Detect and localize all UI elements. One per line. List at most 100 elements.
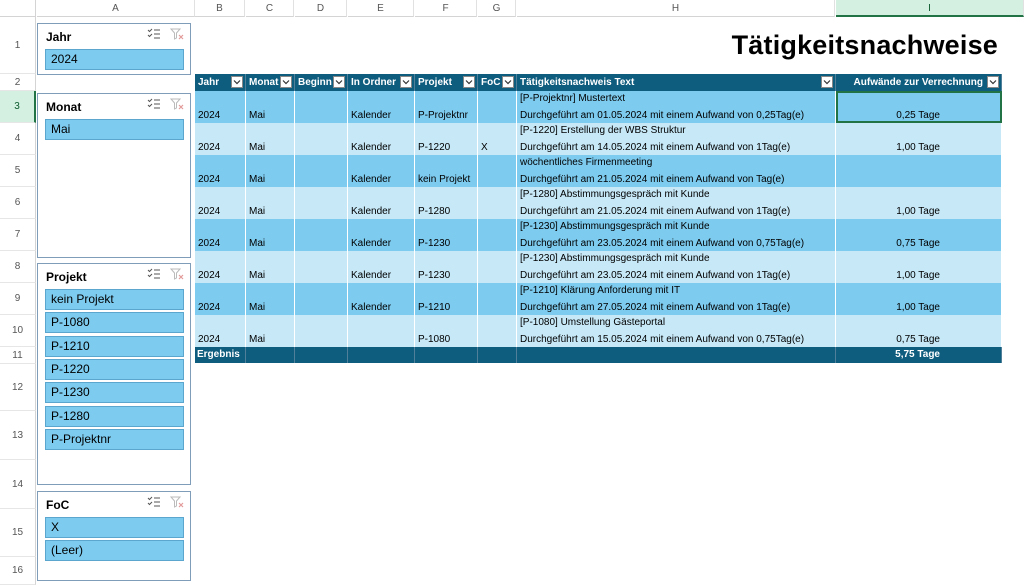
row-header-9[interactable]: 9 xyxy=(0,283,36,315)
slicer-item[interactable]: X xyxy=(45,517,184,538)
row-header-14[interactable]: 14 xyxy=(0,460,36,509)
total-cell[interactable] xyxy=(517,347,836,363)
table-cell[interactable]: Kalender xyxy=(348,283,415,315)
table-cell[interactable]: kein Projekt xyxy=(415,155,478,187)
total-cell[interactable]: Ergebnis xyxy=(195,347,246,363)
slicer-item[interactable]: Mai xyxy=(45,119,184,140)
table-cell[interactable]: [P-1280] Abstimmungsgespräch mit Kunde Du… xyxy=(517,187,836,219)
table-cell[interactable] xyxy=(836,155,1002,187)
table-cell[interactable]: 1,00 Tage xyxy=(836,251,1002,283)
table-cell[interactable]: 2024 xyxy=(195,155,246,187)
table-cell[interactable]: Mai xyxy=(246,219,295,251)
dropdown-arrow-icon[interactable] xyxy=(280,76,292,88)
table-cell[interactable] xyxy=(295,91,348,123)
table-cell[interactable] xyxy=(478,155,517,187)
table-cell[interactable]: 0,75 Tage xyxy=(836,219,1002,251)
table-cell[interactable]: 1,00 Tage xyxy=(836,123,1002,155)
table-cell[interactable]: [P-1230] Abstimmungsgespräch mit Kunde Du… xyxy=(517,251,836,283)
row-header-10[interactable]: 10 xyxy=(0,315,36,347)
table-cell[interactable]: Kalender xyxy=(348,91,415,123)
slicer-item[interactable]: 2024 xyxy=(45,49,184,70)
row-header-11[interactable]: 11 xyxy=(0,347,36,364)
multi-select-icon[interactable] xyxy=(147,27,161,45)
slicer-item[interactable]: P-1230 xyxy=(45,382,184,404)
row-header-6[interactable]: 6 xyxy=(0,187,36,219)
dropdown-arrow-icon[interactable] xyxy=(463,76,475,88)
clear-filter-icon[interactable] xyxy=(169,97,184,115)
slicer-item[interactable]: kein Projekt xyxy=(45,289,184,310)
row-header-2[interactable]: 2 xyxy=(0,74,36,91)
table-cell[interactable]: P-Projektnr xyxy=(415,91,478,123)
clear-filter-icon[interactable] xyxy=(169,267,184,285)
table-cell[interactable]: [P-1230] Abstimmungsgespräch mit Kunde Du… xyxy=(517,219,836,251)
table-cell[interactable] xyxy=(478,315,517,347)
table-cell[interactable]: 2024 xyxy=(195,251,246,283)
row-header-4[interactable]: 4 xyxy=(0,123,36,155)
total-cell[interactable] xyxy=(295,347,348,363)
table-cell[interactable]: P-1230 xyxy=(415,251,478,283)
multi-select-icon[interactable] xyxy=(147,495,161,513)
table-cell[interactable] xyxy=(295,251,348,283)
clear-filter-icon[interactable] xyxy=(169,27,184,45)
table-cell[interactable]: wöchentliches Firmenmeeting Durchgeführt … xyxy=(517,155,836,187)
column-header-b[interactable]: B xyxy=(195,0,245,17)
dropdown-arrow-icon[interactable] xyxy=(821,76,833,88)
table-cell[interactable]: 2024 xyxy=(195,219,246,251)
column-header-h[interactable]: H xyxy=(517,0,835,17)
total-cell[interactable] xyxy=(415,347,478,363)
column-header-d[interactable]: D xyxy=(295,0,347,17)
table-cell[interactable] xyxy=(478,187,517,219)
table-cell[interactable]: Kalender xyxy=(348,251,415,283)
total-cell[interactable] xyxy=(348,347,415,363)
clear-filter-icon[interactable] xyxy=(169,495,184,513)
slicer-item[interactable]: P-1080 xyxy=(45,312,184,334)
table-cell[interactable] xyxy=(295,123,348,155)
table-cell[interactable]: [P-1220] Erstellung der WBS Struktur Durc… xyxy=(517,123,836,155)
table-cell[interactable]: Kalender xyxy=(348,187,415,219)
row-header-3[interactable]: 3 xyxy=(0,91,36,123)
table-cell[interactable] xyxy=(295,187,348,219)
table-cell[interactable]: 2024 xyxy=(195,315,246,347)
table-cell[interactable]: X xyxy=(478,123,517,155)
dropdown-arrow-icon[interactable] xyxy=(987,76,999,88)
table-cell[interactable]: P-1280 xyxy=(415,187,478,219)
dropdown-arrow-icon[interactable] xyxy=(400,76,412,88)
table-cell[interactable]: [P-Projektnr] Mustertext Durchgeführt am … xyxy=(517,91,836,123)
table-cell[interactable]: Kalender xyxy=(348,155,415,187)
row-header-7[interactable]: 7 xyxy=(0,219,36,251)
multi-select-icon[interactable] xyxy=(147,267,161,285)
slicer-item[interactable]: P-1280 xyxy=(45,405,184,427)
slicer-item[interactable]: P-1220 xyxy=(45,358,184,380)
table-cell[interactable]: Kalender xyxy=(348,123,415,155)
table-cell[interactable]: Mai xyxy=(246,91,295,123)
table-cell[interactable]: [P-1080] Umstellung Gästeportal Durchgefü… xyxy=(517,315,836,347)
table-cell[interactable]: Mai xyxy=(246,155,295,187)
row-header-5[interactable]: 5 xyxy=(0,155,36,187)
table-cell[interactable] xyxy=(478,219,517,251)
table-cell[interactable] xyxy=(478,283,517,315)
table-cell[interactable]: P-1210 xyxy=(415,283,478,315)
table-cell[interactable]: 0,75 Tage xyxy=(836,315,1002,347)
table-cell[interactable]: 2024 xyxy=(195,283,246,315)
table-cell[interactable] xyxy=(478,91,517,123)
multi-select-icon[interactable] xyxy=(147,97,161,115)
table-cell[interactable]: Mai xyxy=(246,187,295,219)
table-cell[interactable]: 2024 xyxy=(195,187,246,219)
row-header-16[interactable]: 16 xyxy=(0,557,36,585)
total-cell[interactable] xyxy=(246,347,295,363)
table-cell[interactable] xyxy=(348,315,415,347)
table-cell[interactable]: P-1220 xyxy=(415,123,478,155)
slicer-item[interactable]: P-Projektnr xyxy=(45,428,184,450)
column-header-f[interactable]: F xyxy=(415,0,477,17)
row-header-12[interactable]: 12 xyxy=(0,364,36,411)
slicer-item[interactable]: P-1210 xyxy=(45,335,184,357)
row-header-13[interactable]: 13 xyxy=(0,411,36,460)
table-cell[interactable]: Kalender xyxy=(348,219,415,251)
dropdown-arrow-icon[interactable] xyxy=(231,76,243,88)
table-cell[interactable]: Mai xyxy=(246,123,295,155)
slicer-item[interactable]: (Leer) xyxy=(45,540,184,562)
column-header-i[interactable]: I xyxy=(836,0,1024,17)
table-cell[interactable]: 2024 xyxy=(195,91,246,123)
table-cell[interactable]: [P-1210] Klärung Anforderung mit IT Durch… xyxy=(517,283,836,315)
table-cell[interactable]: P-1230 xyxy=(415,219,478,251)
